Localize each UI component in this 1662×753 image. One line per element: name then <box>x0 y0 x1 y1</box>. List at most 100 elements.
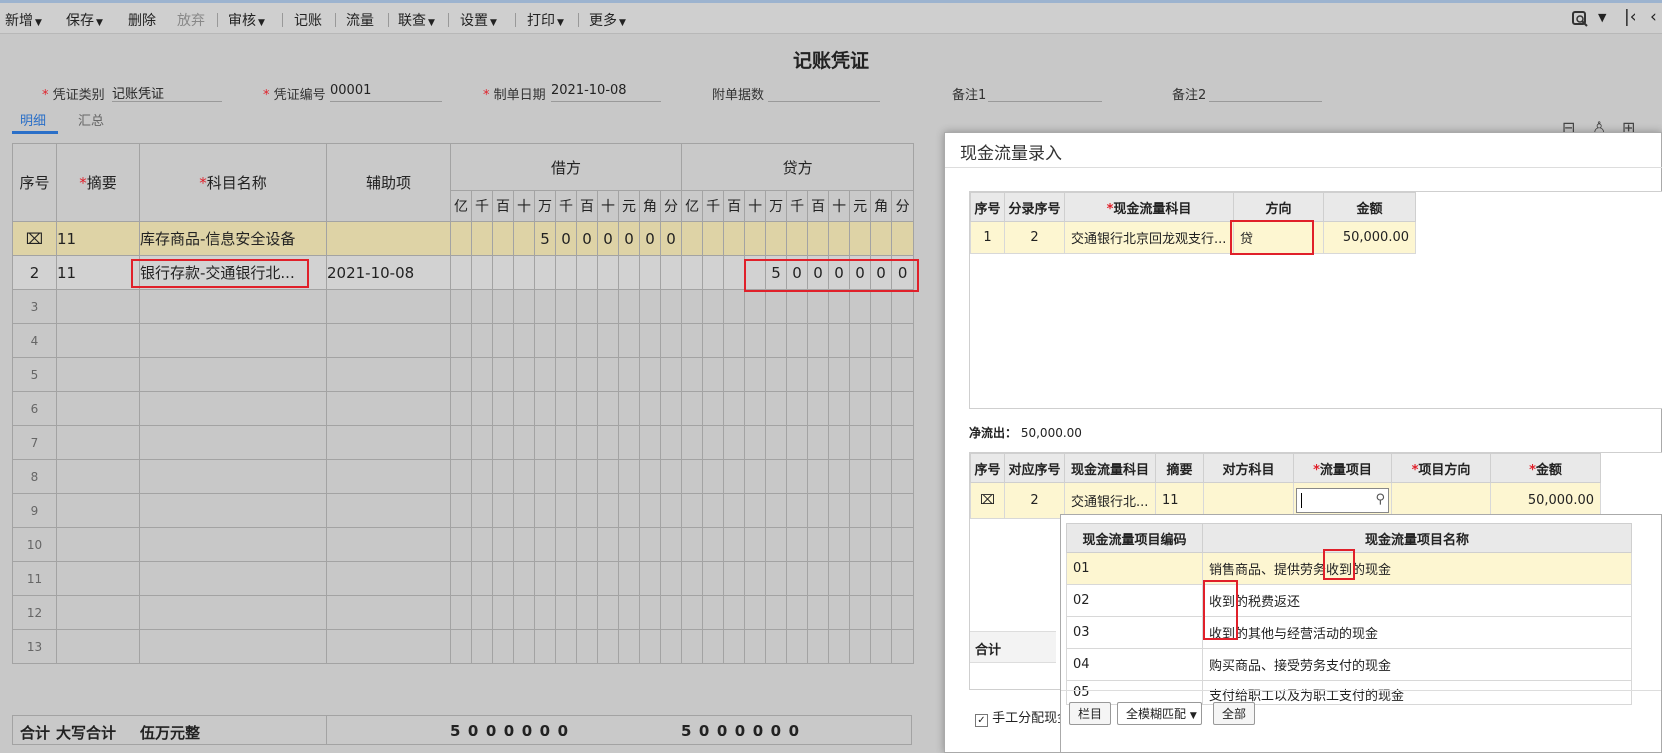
debit-digit-cell[interactable] <box>576 323 598 358</box>
save-menu[interactable]: 保存 ▼ <box>66 10 103 30</box>
debit-digit-cell[interactable]: 0 <box>555 221 577 256</box>
credit-digit-cell[interactable] <box>744 221 767 256</box>
credit-digit-cell[interactable] <box>702 391 725 426</box>
credit-digit-cell[interactable] <box>870 289 893 324</box>
debit-digit-cell[interactable] <box>597 289 619 324</box>
credit-digit-cell[interactable] <box>828 391 851 426</box>
credit-digit-cell[interactable] <box>723 629 746 664</box>
cell-aux[interactable]: 2021-10-08 <box>326 255 451 290</box>
debit-digit-cell[interactable] <box>639 357 661 392</box>
debit-digit-cell[interactable] <box>618 459 640 494</box>
debit-digit-cell[interactable] <box>659 561 683 596</box>
debit-digit-cell[interactable] <box>618 493 640 528</box>
debit-digit-cell[interactable] <box>659 527 683 562</box>
credit-digit-cell[interactable] <box>744 629 767 664</box>
credit-digit-cell[interactable] <box>744 459 767 494</box>
credit-digit-cell[interactable] <box>744 357 767 392</box>
debit-digit-cell[interactable] <box>471 255 493 290</box>
debit-digit-cell[interactable] <box>513 221 535 256</box>
credit-digit-cell[interactable] <box>702 595 725 630</box>
debit-digit-cell[interactable] <box>576 357 598 392</box>
debit-digit-cell[interactable] <box>513 527 535 562</box>
debit-digit-cell[interactable]: 0 <box>659 221 683 256</box>
credit-digit-cell[interactable] <box>765 629 788 664</box>
debit-digit-cell[interactable] <box>555 561 577 596</box>
credit-digit-cell[interactable] <box>786 289 809 324</box>
cell-aux[interactable] <box>326 289 451 324</box>
debit-digit-cell[interactable] <box>618 391 640 426</box>
cell-aux[interactable] <box>326 595 451 630</box>
debit-digit-cell[interactable] <box>555 459 577 494</box>
credit-digit-cell[interactable] <box>681 289 704 324</box>
credit-digit-cell[interactable] <box>807 391 830 426</box>
cell-summary[interactable] <box>56 595 140 630</box>
cell-account[interactable] <box>139 629 327 664</box>
credit-digit-cell[interactable] <box>870 595 893 630</box>
credit-digit-cell[interactable] <box>828 527 851 562</box>
debit-digit-cell[interactable] <box>492 289 514 324</box>
debit-digit-cell[interactable] <box>618 255 640 290</box>
credit-digit-cell[interactable] <box>807 629 830 664</box>
match-mode-select[interactable]: 全模糊匹配 ▼ <box>1117 702 1202 725</box>
debit-digit-cell[interactable] <box>534 561 556 596</box>
cell-aux[interactable] <box>326 425 451 460</box>
cell-account[interactable] <box>139 357 327 392</box>
audit-menu[interactable]: 审核 ▼ <box>228 10 265 30</box>
debit-digit-cell[interactable] <box>534 493 556 528</box>
cell-summary[interactable] <box>56 629 140 664</box>
credit-digit-cell[interactable] <box>891 357 915 392</box>
table-row[interactable]: ⌧ 11 库存商品-信息安全设备 5 0 0 0 0 0 0 <box>12 221 915 256</box>
debit-digit-cell[interactable] <box>555 357 577 392</box>
debit-digit-cell[interactable] <box>471 493 493 528</box>
credit-digit-cell[interactable] <box>702 425 725 460</box>
credit-digit-cell[interactable] <box>849 323 872 358</box>
find-icon[interactable] <box>1571 10 1589 32</box>
credit-digit-cell[interactable] <box>765 357 788 392</box>
debit-digit-cell[interactable] <box>534 425 556 460</box>
debit-digit-cell[interactable]: 0 <box>576 221 598 256</box>
cell-account[interactable] <box>139 493 327 528</box>
credit-digit-cell[interactable] <box>765 595 788 630</box>
credit-digit-cell[interactable] <box>786 357 809 392</box>
credit-digit-cell[interactable] <box>807 493 830 528</box>
table-row[interactable]: 3 <box>12 289 915 324</box>
debit-digit-cell[interactable] <box>576 595 598 630</box>
debit-digit-cell[interactable] <box>618 323 640 358</box>
credit-digit-cell[interactable] <box>828 561 851 596</box>
credit-digit-cell[interactable] <box>828 357 851 392</box>
cell-account[interactable]: 交通银行北京回龙观支行... <box>1064 221 1234 254</box>
credit-digit-cell[interactable] <box>765 425 788 460</box>
debit-digit-cell[interactable] <box>659 255 683 290</box>
cell-aux[interactable] <box>326 493 451 528</box>
tab-summary[interactable]: 汇总 <box>78 110 104 129</box>
debit-digit-cell[interactable] <box>639 459 661 494</box>
debit-digit-cell[interactable] <box>576 255 598 290</box>
credit-digit-cell[interactable] <box>786 527 809 562</box>
debit-digit-cell[interactable] <box>639 255 661 290</box>
cell-account[interactable] <box>139 527 327 562</box>
debit-digit-cell[interactable] <box>618 629 640 664</box>
debit-digit-cell[interactable] <box>513 391 535 426</box>
table-row[interactable]: 6 <box>12 391 915 426</box>
credit-digit-cell[interactable] <box>828 425 851 460</box>
credit-digit-cell[interactable] <box>702 357 725 392</box>
credit-digit-cell[interactable] <box>744 425 767 460</box>
cell-summary[interactable] <box>56 425 140 460</box>
debit-digit-cell[interactable] <box>492 595 514 630</box>
debit-digit-cell[interactable] <box>534 629 556 664</box>
credit-digit-cell[interactable] <box>807 221 830 256</box>
debit-digit-cell[interactable] <box>513 493 535 528</box>
credit-digit-cell[interactable] <box>786 221 809 256</box>
credit-digit-cell[interactable] <box>786 629 809 664</box>
credit-digit-cell[interactable] <box>891 527 915 562</box>
credit-digit-cell[interactable] <box>786 323 809 358</box>
debit-digit-cell[interactable] <box>513 629 535 664</box>
first-page-icon[interactable]: |‹ <box>1624 7 1637 27</box>
cell-aux[interactable] <box>326 561 451 596</box>
debit-digit-cell[interactable] <box>492 459 514 494</box>
debit-digit-cell[interactable]: 0 <box>597 221 619 256</box>
credit-digit-cell[interactable] <box>849 221 872 256</box>
credit-digit-cell[interactable] <box>828 459 851 494</box>
debit-digit-cell[interactable] <box>555 289 577 324</box>
debit-digit-cell[interactable] <box>555 391 577 426</box>
